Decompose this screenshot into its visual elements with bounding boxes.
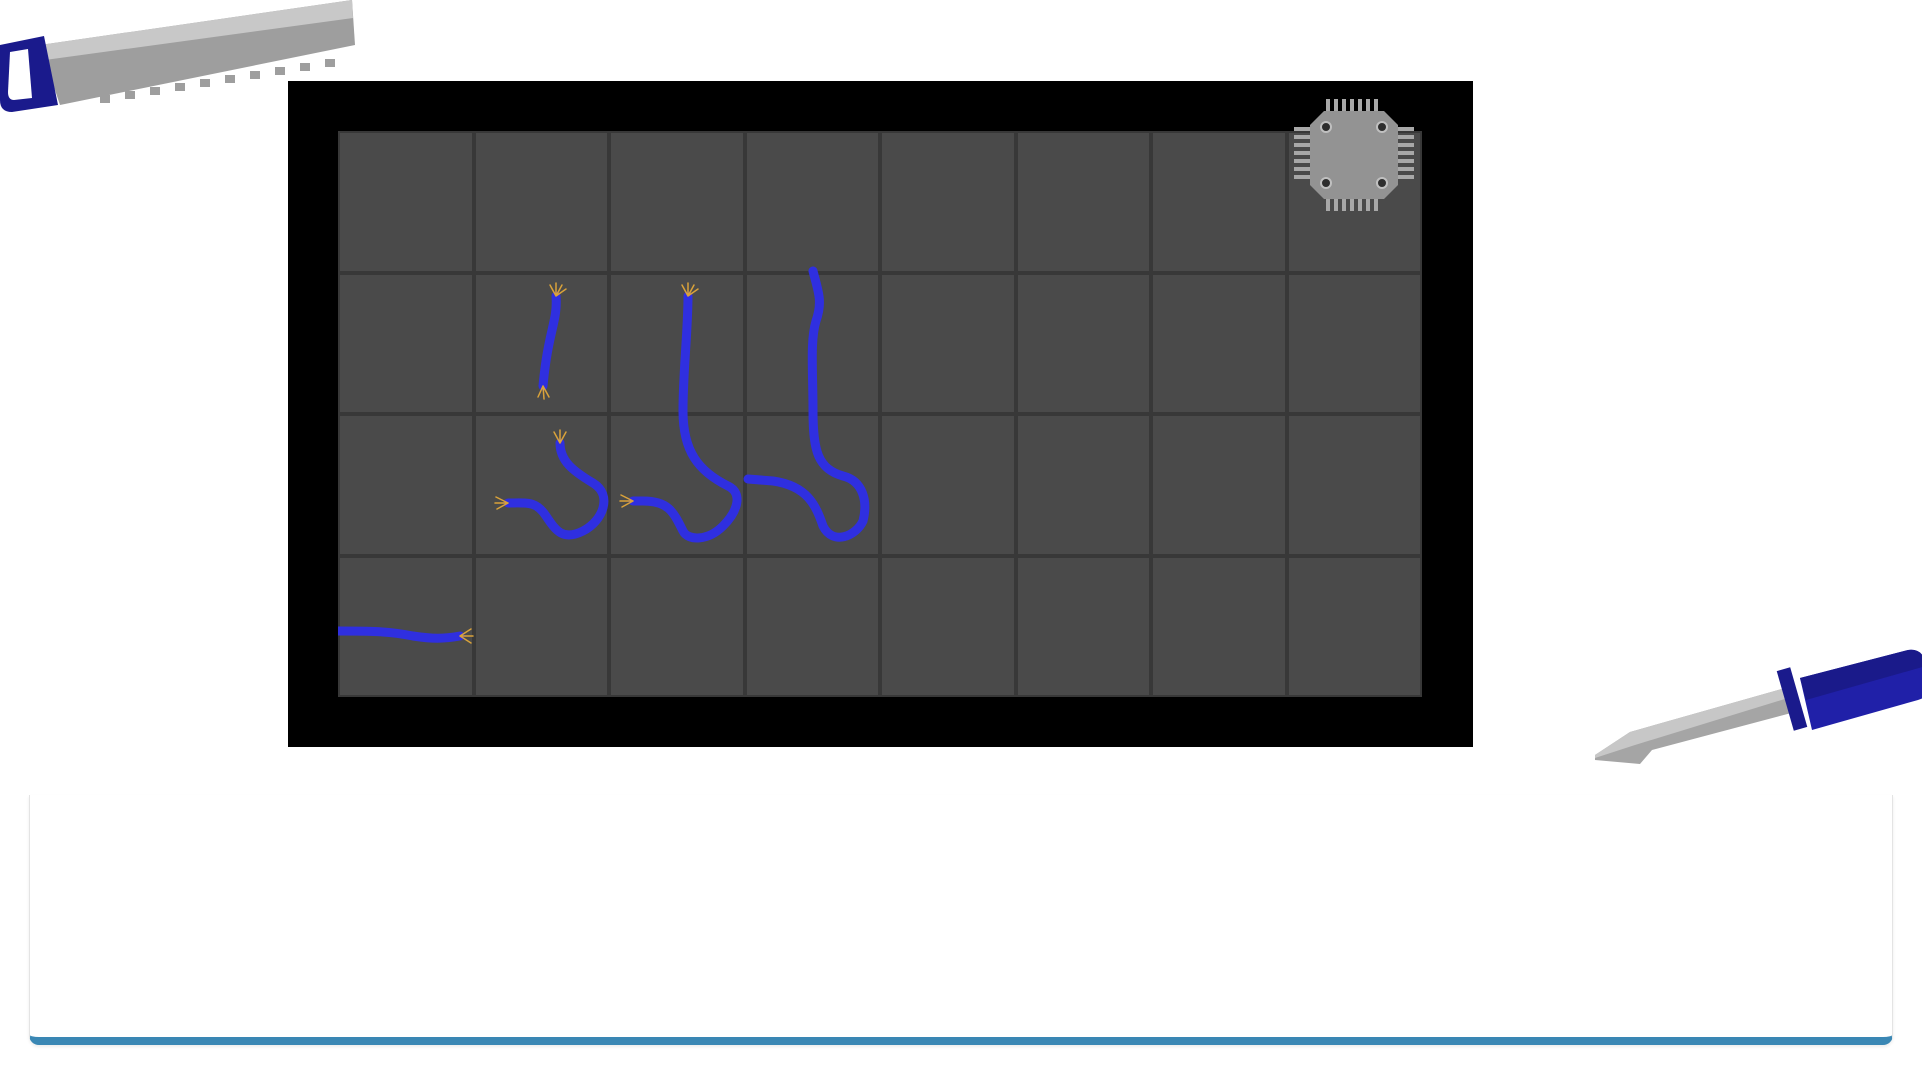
grid-cell[interactable]	[1288, 416, 1420, 554]
grid-cell[interactable]	[1017, 416, 1149, 554]
grid-cell[interactable]	[475, 133, 607, 271]
grid-cell[interactable]	[1153, 557, 1285, 695]
grid-cell[interactable]	[1017, 274, 1149, 412]
grid-cell[interactable]	[1288, 274, 1420, 412]
microchip-icon[interactable]	[1290, 91, 1418, 219]
grid-cell[interactable]	[340, 416, 472, 554]
game-board	[288, 81, 1473, 747]
grid-cell[interactable]	[882, 416, 1014, 554]
grid-cell[interactable]	[340, 557, 472, 695]
grid-cell[interactable]	[1153, 416, 1285, 554]
grid-cell[interactable]	[340, 274, 472, 412]
grid-cell[interactable]	[1017, 133, 1149, 271]
grid-cell[interactable]	[611, 133, 743, 271]
grid-cell[interactable]	[746, 557, 878, 695]
grid-cell[interactable]	[882, 274, 1014, 412]
board-grid	[338, 131, 1422, 697]
grid-cell[interactable]	[1017, 557, 1149, 695]
grid-cell[interactable]	[746, 133, 878, 271]
grid-cell[interactable]	[746, 416, 878, 554]
grid-cell[interactable]	[475, 416, 607, 554]
grid-cell[interactable]	[340, 133, 472, 271]
grid-cell[interactable]	[475, 274, 607, 412]
grid-cell[interactable]	[1288, 557, 1420, 695]
grid-cell[interactable]	[611, 416, 743, 554]
grid-cell[interactable]	[611, 274, 743, 412]
info-panel	[29, 795, 1893, 1045]
grid-cell[interactable]	[475, 557, 607, 695]
grid-cell[interactable]	[611, 557, 743, 695]
screwdriver-icon[interactable]	[1590, 640, 1922, 770]
grid-cell[interactable]	[1153, 274, 1285, 412]
grid-cell[interactable]	[1153, 133, 1285, 271]
grid-cell[interactable]	[882, 133, 1014, 271]
grid-cell[interactable]	[746, 274, 878, 412]
grid-cell[interactable]	[882, 557, 1014, 695]
